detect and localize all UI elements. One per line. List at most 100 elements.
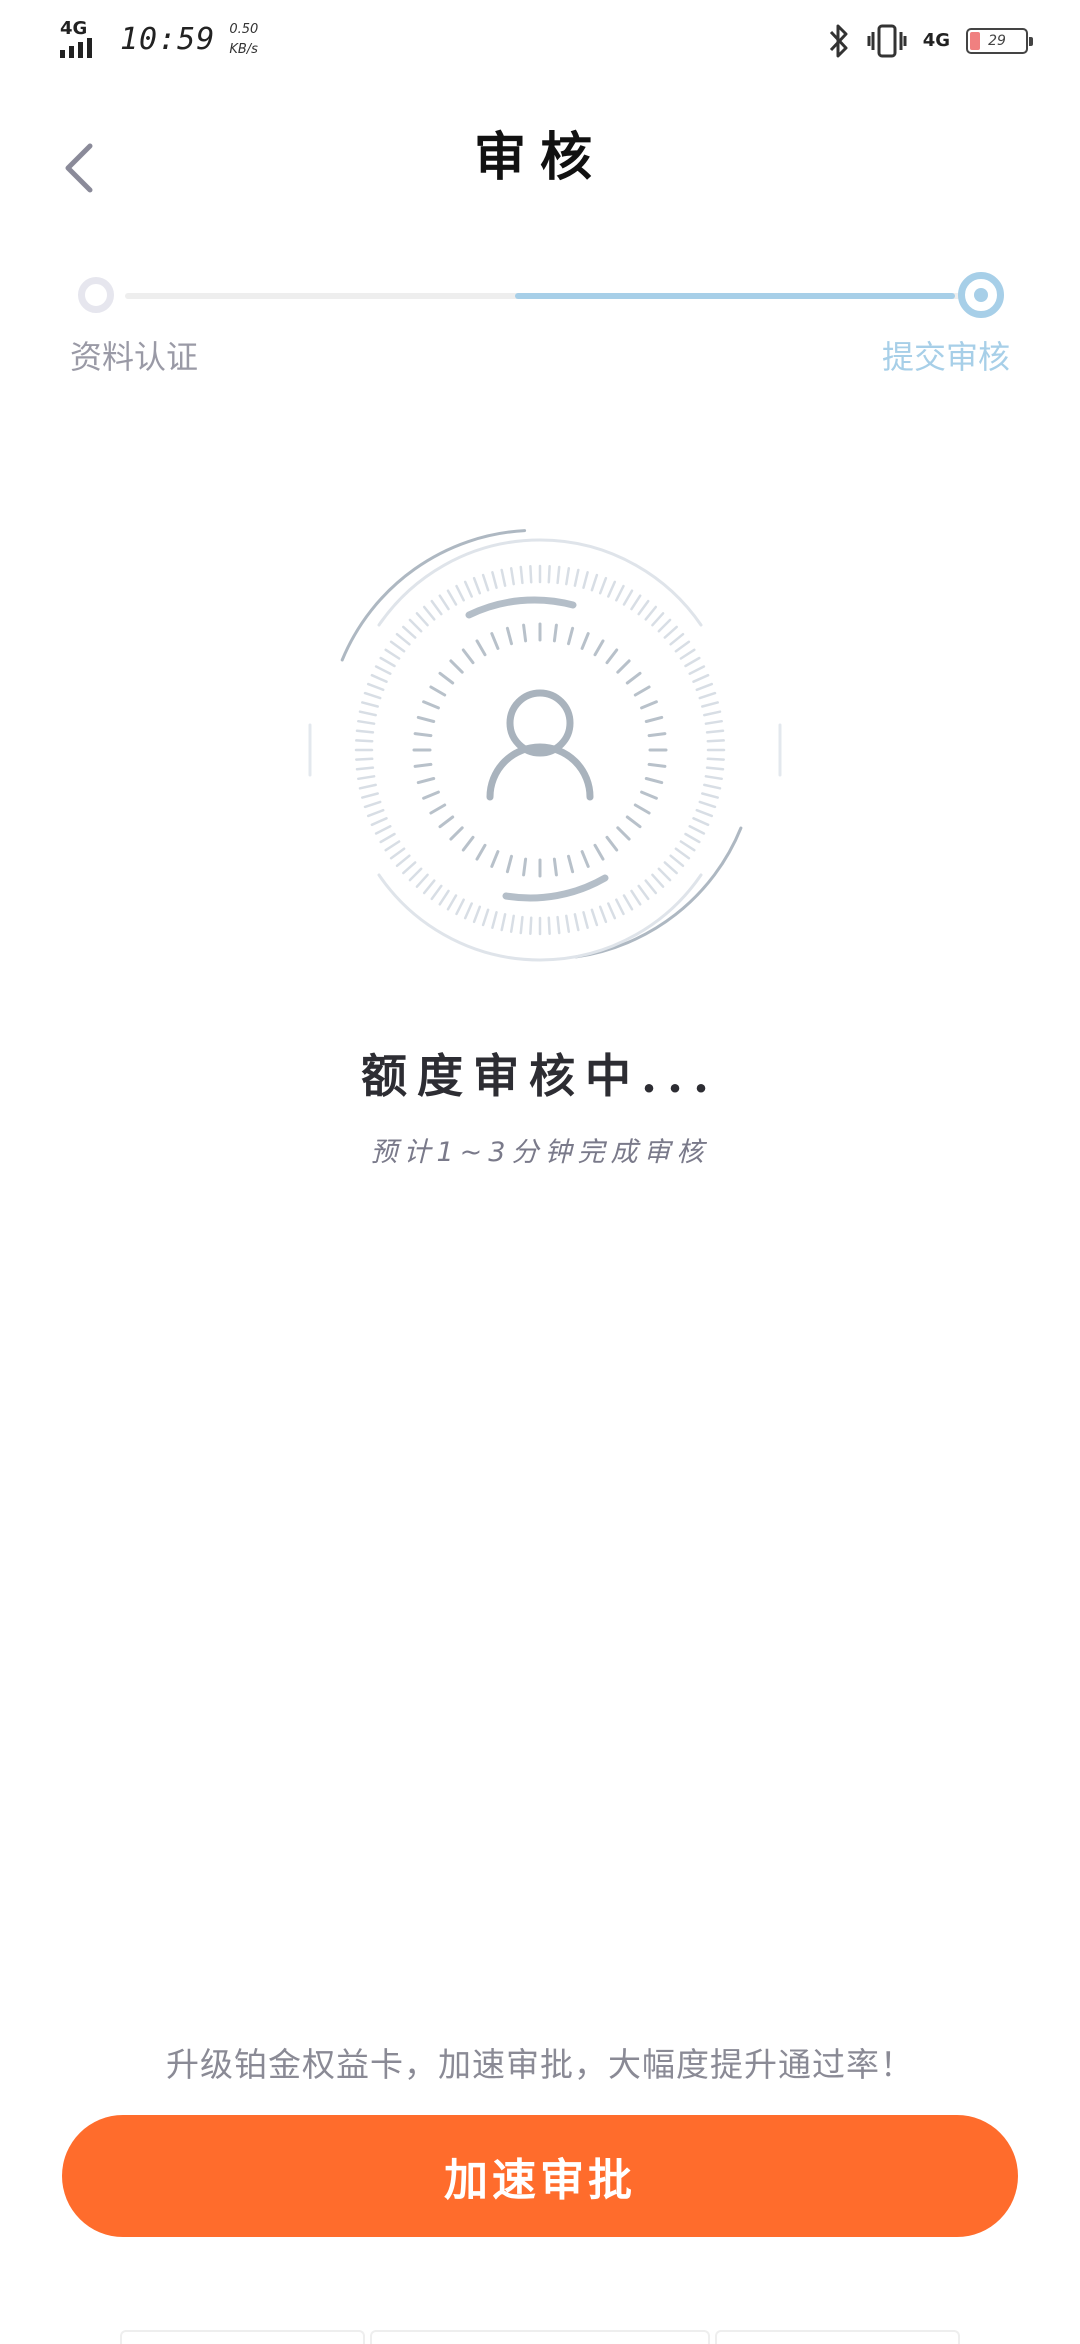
dial-tick xyxy=(438,815,455,829)
dial-tick xyxy=(657,618,672,633)
dial-tick xyxy=(429,803,447,815)
dial-tick xyxy=(633,803,651,815)
dial-tick xyxy=(688,825,706,835)
dial-tick xyxy=(370,817,388,827)
dial-tick xyxy=(704,775,723,781)
dial-tick xyxy=(402,625,417,639)
dial-tick xyxy=(416,777,436,785)
dial-tick xyxy=(491,911,498,929)
network-type-left: 4G xyxy=(60,18,88,39)
dial-tick xyxy=(481,573,490,592)
dial-tick xyxy=(438,594,450,611)
bluetooth-icon xyxy=(827,22,851,60)
dial-tick xyxy=(615,898,625,916)
dial-tick xyxy=(580,632,590,650)
dial-tick xyxy=(640,700,658,710)
dial-tick xyxy=(413,762,433,768)
dial-tick xyxy=(357,775,376,781)
dial-tick xyxy=(625,671,642,685)
dial-tick xyxy=(505,854,513,874)
dial-tick xyxy=(567,854,575,874)
dial-tick xyxy=(663,861,678,875)
dial-tick xyxy=(695,808,714,818)
network-speed: 0.50 KB/s xyxy=(229,20,258,60)
dial-tick xyxy=(449,826,464,841)
dial-tick xyxy=(688,665,706,675)
page-title: 审核 xyxy=(473,127,606,188)
dial-tick xyxy=(593,843,605,861)
dial-tick xyxy=(556,915,561,935)
dial-tick xyxy=(430,599,443,616)
dial-tick xyxy=(630,889,642,906)
battery-icon: 29 xyxy=(966,28,1033,54)
dial-tick xyxy=(455,584,465,602)
dial-tick xyxy=(706,739,725,743)
dial-tick xyxy=(651,612,665,627)
dial-tick xyxy=(357,719,376,725)
accelerate-approval-button[interactable]: 加速审批 xyxy=(62,2115,1018,2237)
dial-tick xyxy=(669,632,685,646)
dial-tick xyxy=(429,685,447,697)
review-status-subtitle: 预计1~3分钟完成审核 xyxy=(370,1137,710,1168)
dial-tick xyxy=(698,800,717,809)
dial-tick xyxy=(590,908,599,927)
dial-tick xyxy=(547,916,551,935)
clock: 10:59 xyxy=(120,22,216,57)
dial-tick xyxy=(704,719,723,725)
dial-tick xyxy=(500,568,507,587)
dial-tick xyxy=(567,626,575,646)
dial-tick xyxy=(384,840,401,852)
speed-unit: KB/s xyxy=(229,42,258,57)
network-type-right: 4G xyxy=(922,30,950,51)
dial-tick xyxy=(455,898,465,916)
dial-tick xyxy=(370,673,388,683)
dial-tick xyxy=(446,589,458,606)
dial-tick xyxy=(615,584,625,602)
dial-tick xyxy=(363,800,382,809)
dial-tick xyxy=(684,832,701,844)
dial-tick xyxy=(519,565,524,585)
dial-tick xyxy=(644,605,658,621)
dial-tick xyxy=(580,850,590,868)
dial-tick xyxy=(705,766,725,771)
dial-tick xyxy=(644,879,658,895)
dial-tick xyxy=(657,867,672,882)
dial-tick xyxy=(389,847,406,860)
dial-tick xyxy=(695,682,714,692)
dial-tick xyxy=(415,612,429,627)
dial-tick xyxy=(647,732,667,738)
dial-tick xyxy=(449,659,464,674)
promo-text: 升级铂金权益卡，加速审批，大幅度提升通过率！ xyxy=(166,2045,914,2084)
dial-tick xyxy=(519,915,524,935)
dial-tick xyxy=(701,701,719,708)
dial-tick xyxy=(630,594,642,611)
battery-level: 29 xyxy=(988,33,1006,49)
dial-tick xyxy=(605,835,619,852)
dial-tick xyxy=(616,659,631,674)
dial-tick xyxy=(463,580,473,598)
user-icon xyxy=(486,689,594,801)
dial-tick xyxy=(663,625,678,639)
dial-tick xyxy=(500,913,507,932)
dial-tick xyxy=(395,854,411,868)
dial-tick xyxy=(355,766,375,771)
dial-tick xyxy=(463,902,473,920)
dial-tick xyxy=(505,626,513,646)
dial-tick xyxy=(705,729,725,734)
dial-tick xyxy=(389,640,406,653)
dial-tick xyxy=(358,783,377,790)
dial-tick xyxy=(438,889,450,906)
dial-tick xyxy=(703,783,722,790)
dial-tick xyxy=(355,757,374,761)
dial-tick xyxy=(361,701,379,708)
dial-tick xyxy=(422,700,440,710)
dial-tick xyxy=(651,873,665,888)
dial-tick xyxy=(590,573,599,592)
dial-tick xyxy=(582,571,589,589)
dial-tick xyxy=(491,571,498,589)
dial-tick xyxy=(547,565,551,584)
dial-tick xyxy=(422,790,440,800)
dial-tick xyxy=(692,817,710,827)
review-graphic xyxy=(290,515,790,985)
dial-tick xyxy=(438,671,455,685)
